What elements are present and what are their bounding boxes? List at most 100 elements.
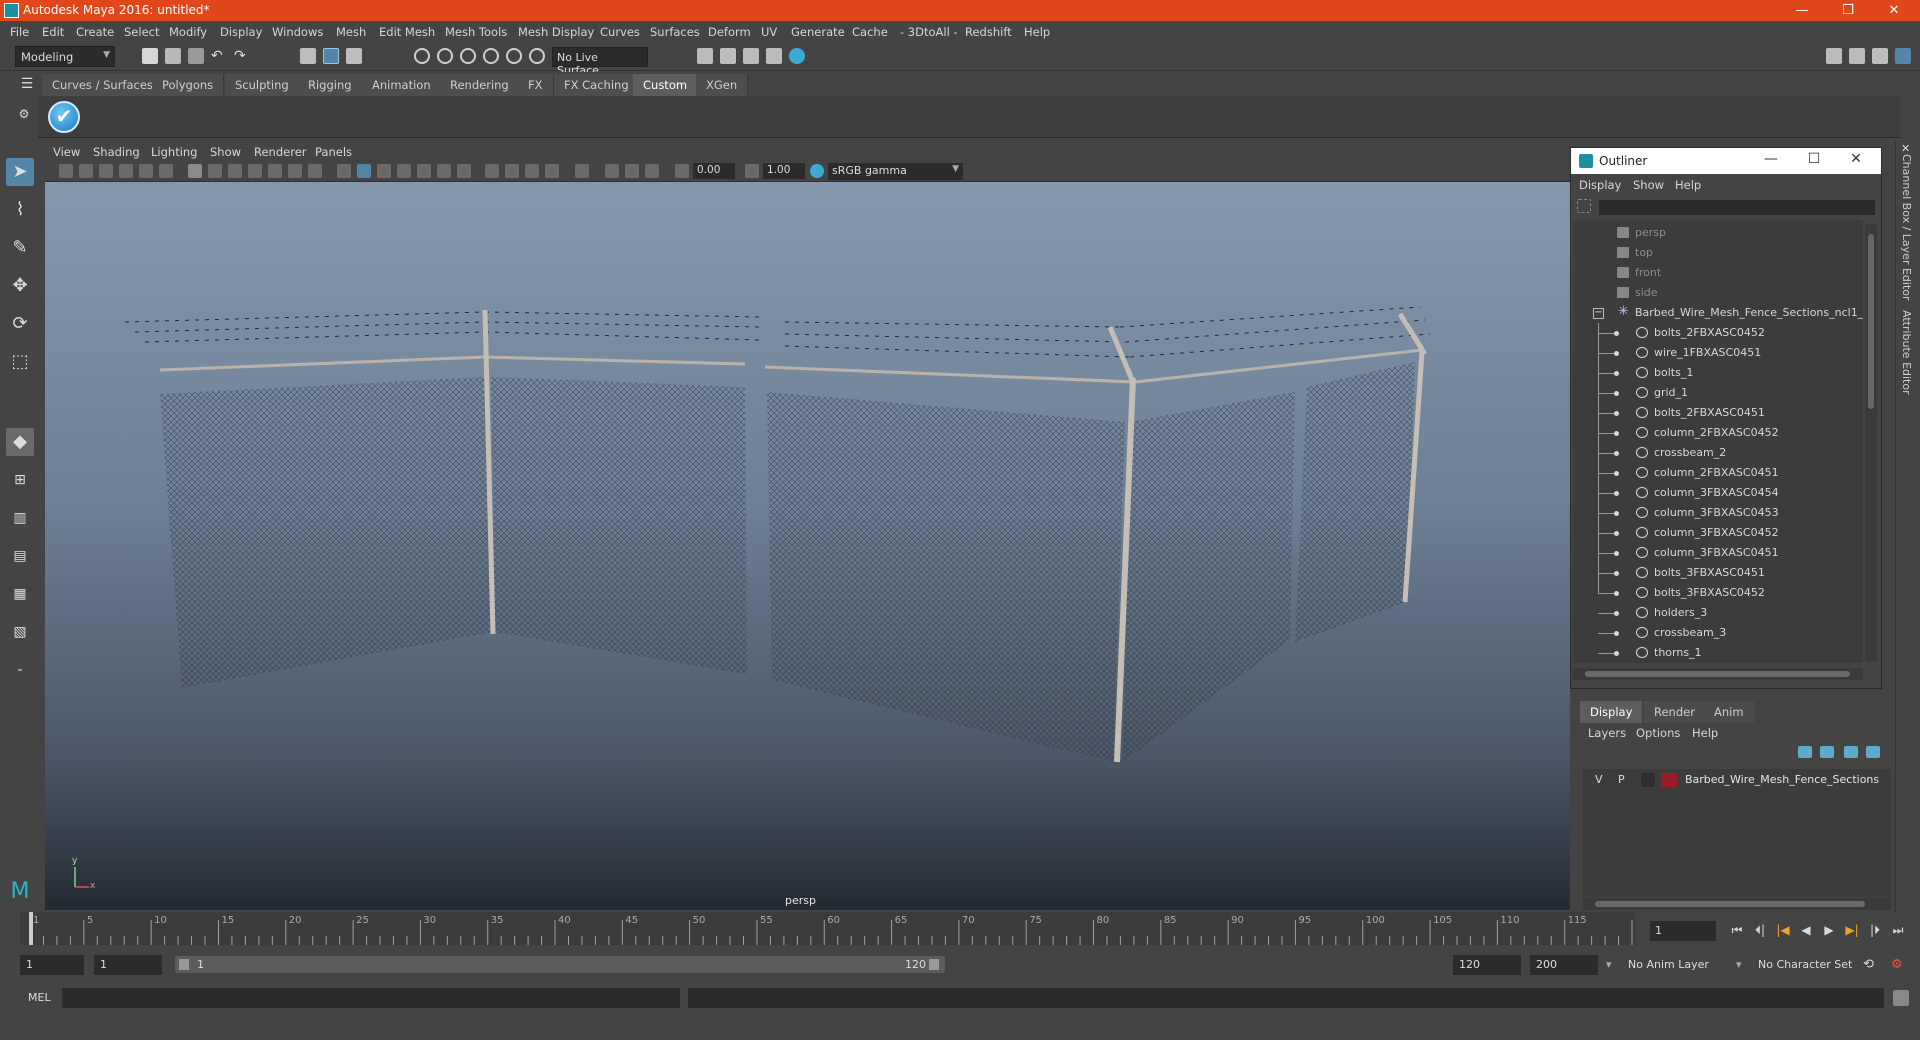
tool-settings-toggle-icon[interactable] xyxy=(1872,48,1888,64)
layer-display-type[interactable] xyxy=(1641,773,1655,787)
menu-deform[interactable]: Deform xyxy=(708,25,751,39)
xray-joints-icon[interactable] xyxy=(625,164,639,178)
step-forward-frame-button[interactable]: ▶| xyxy=(1842,923,1862,939)
exposure-icon[interactable] xyxy=(675,164,689,178)
outliner-item[interactable]: bolts_3FBXASC0451 xyxy=(1573,563,1863,583)
modeling-toolkit-icon[interactable] xyxy=(1826,48,1842,64)
menu-set-selector[interactable]: Modeling ▼ xyxy=(15,46,115,67)
camera-attributes-icon[interactable] xyxy=(79,164,93,178)
color-management-icon[interactable] xyxy=(810,164,824,178)
collapse-icon[interactable]: − xyxy=(1593,308,1604,319)
grid-toggle-icon[interactable] xyxy=(188,164,202,178)
hypershade-icon[interactable] xyxy=(766,48,782,64)
auto-key-icon[interactable]: ⟲ xyxy=(1863,957,1879,973)
lasso-tool-icon[interactable]: ⌇ xyxy=(6,196,34,224)
screen-space-ao-icon[interactable] xyxy=(485,164,499,178)
outliner-vertical-scrollbar[interactable] xyxy=(1865,224,1877,661)
panel-menu-shading[interactable]: Shading xyxy=(93,145,140,159)
panel-menu-lighting[interactable]: Lighting xyxy=(151,145,197,159)
filter-icon[interactable] xyxy=(1577,199,1591,213)
create-layer-from-selected-icon[interactable] xyxy=(1866,746,1880,758)
panel-menu-show[interactable]: Show xyxy=(210,145,241,159)
playback-end-field[interactable]: 120 xyxy=(1453,955,1521,975)
layer-playback-toggle[interactable]: P xyxy=(1618,773,1625,786)
outliner-camera-top[interactable]: top xyxy=(1573,243,1863,263)
outliner-item[interactable]: bolts_3FBXASC0452 xyxy=(1573,583,1863,603)
rotate-tool-icon[interactable]: ⟳ xyxy=(6,310,34,338)
tab-rigging[interactable]: Rigging xyxy=(298,74,363,96)
go-to-end-button[interactable]: ⏭ xyxy=(1888,923,1908,939)
render-settings-icon[interactable] xyxy=(743,48,759,64)
menu-mesh[interactable]: Mesh xyxy=(336,25,366,39)
move-tool-icon[interactable]: ✥ xyxy=(6,272,34,300)
current-frame-field[interactable]: 1 xyxy=(1650,921,1716,941)
multisample-aa-icon[interactable] xyxy=(525,164,539,178)
command-language-label[interactable]: MEL xyxy=(28,991,51,1004)
layer-color-swatch[interactable] xyxy=(1661,773,1677,787)
outliner-maximize-button[interactable]: ☐ xyxy=(1799,151,1829,167)
panel-menu-view[interactable]: View xyxy=(53,145,80,159)
select-tool-icon[interactable]: ➤ xyxy=(6,158,34,186)
outliner-item[interactable]: bolts_1 xyxy=(1573,363,1863,383)
smooth-shade-icon[interactable] xyxy=(357,164,371,178)
scrollbar-thumb[interactable] xyxy=(1585,671,1850,677)
layout-options-icon[interactable]: - xyxy=(6,656,34,684)
save-scene-icon[interactable] xyxy=(188,48,204,64)
step-forward-key-button[interactable]: |⏵ xyxy=(1865,923,1885,939)
play-forwards-button[interactable]: ▶ xyxy=(1819,923,1839,939)
menu-curves[interactable]: Curves xyxy=(600,25,640,39)
outliner-filter-input[interactable] xyxy=(1599,200,1875,215)
wireframe-on-shaded-icon[interactable] xyxy=(397,164,411,178)
wireframe-icon[interactable] xyxy=(337,164,351,178)
menu-redshift[interactable]: Redshift xyxy=(965,25,1012,39)
tab-rendering[interactable]: Rendering xyxy=(440,74,520,96)
outliner-close-button[interactable]: ✕ xyxy=(1841,151,1871,167)
tab-polygons[interactable]: Polygons xyxy=(152,74,225,96)
render-current-frame-icon[interactable] xyxy=(697,48,713,64)
snap-to-curve-icon[interactable] xyxy=(437,48,453,64)
menu-uv[interactable]: UV xyxy=(761,25,777,39)
menu-mesh-display[interactable]: Mesh Display xyxy=(518,25,594,39)
command-input[interactable] xyxy=(62,988,680,1008)
single-perspective-layout-icon[interactable]: ◆ xyxy=(6,428,34,456)
outliner-item[interactable]: column_3FBXASC0451 xyxy=(1573,543,1863,563)
outliner-item[interactable]: column_2FBXASC0451 xyxy=(1573,463,1863,483)
range-slider[interactable]: 1 120 xyxy=(175,956,945,973)
menu-file[interactable]: File xyxy=(10,25,29,39)
tab-animation[interactable]: Animation xyxy=(362,74,442,96)
play-backwards-button[interactable]: ◀ xyxy=(1796,923,1816,939)
outliner-menu-help[interactable]: Help xyxy=(1675,178,1701,192)
move-layer-down-icon[interactable] xyxy=(1820,746,1834,758)
safe-action-icon[interactable] xyxy=(288,164,302,178)
layer-visibility-toggle[interactable]: V xyxy=(1595,773,1603,786)
gamma-field[interactable]: 1.00 xyxy=(763,163,805,179)
tab-channel-box-layer-editor[interactable]: Channel Box / Layer Editor xyxy=(1900,154,1913,301)
outliner-item[interactable]: thorns_1 xyxy=(1573,643,1863,663)
ipr-render-icon[interactable] xyxy=(720,48,736,64)
script-editor-icon[interactable] xyxy=(1893,990,1909,1006)
film-gate-icon[interactable] xyxy=(208,164,222,178)
outliner-item[interactable]: column_3FBXASC0453 xyxy=(1573,503,1863,523)
tab-curves-surfaces[interactable]: Curves / Surfaces xyxy=(42,74,164,96)
tab-render-layers[interactable]: Render xyxy=(1644,701,1705,723)
shelf-options-icon[interactable]: ⚙ xyxy=(14,104,34,124)
perspective-viewport[interactable]: y x persp xyxy=(45,182,1570,910)
menu-generate[interactable]: Generate xyxy=(791,25,845,39)
range-start-handle[interactable] xyxy=(179,959,189,970)
render-view-icon[interactable] xyxy=(789,48,805,64)
attribute-editor-toggle-icon[interactable] xyxy=(1849,48,1865,64)
field-chart-icon[interactable] xyxy=(268,164,282,178)
time-slider[interactable]: 1 5 10 15 20 25 30 35 40 45 50 55 60 65 70 75 80 85 90 95 10… xyxy=(20,912,1654,945)
tab-xgen[interactable]: XGen xyxy=(696,74,749,96)
resolution-gate-icon[interactable] xyxy=(228,164,242,178)
new-scene-icon[interactable] xyxy=(142,48,158,64)
snap-to-grid-icon[interactable] xyxy=(414,48,430,64)
tab-sculpting[interactable]: Sculpting xyxy=(225,74,300,96)
select-camera-icon[interactable] xyxy=(59,164,73,178)
live-surface-field[interactable]: No Live Surface xyxy=(552,47,648,77)
outliner-item[interactable]: wire_1FBXASC0451 xyxy=(1573,343,1863,363)
safe-title-icon[interactable] xyxy=(308,164,322,178)
isolate-select-icon[interactable] xyxy=(575,164,589,178)
menu-help[interactable]: Help xyxy=(1024,25,1050,39)
menu-select[interactable]: Select xyxy=(124,25,159,39)
